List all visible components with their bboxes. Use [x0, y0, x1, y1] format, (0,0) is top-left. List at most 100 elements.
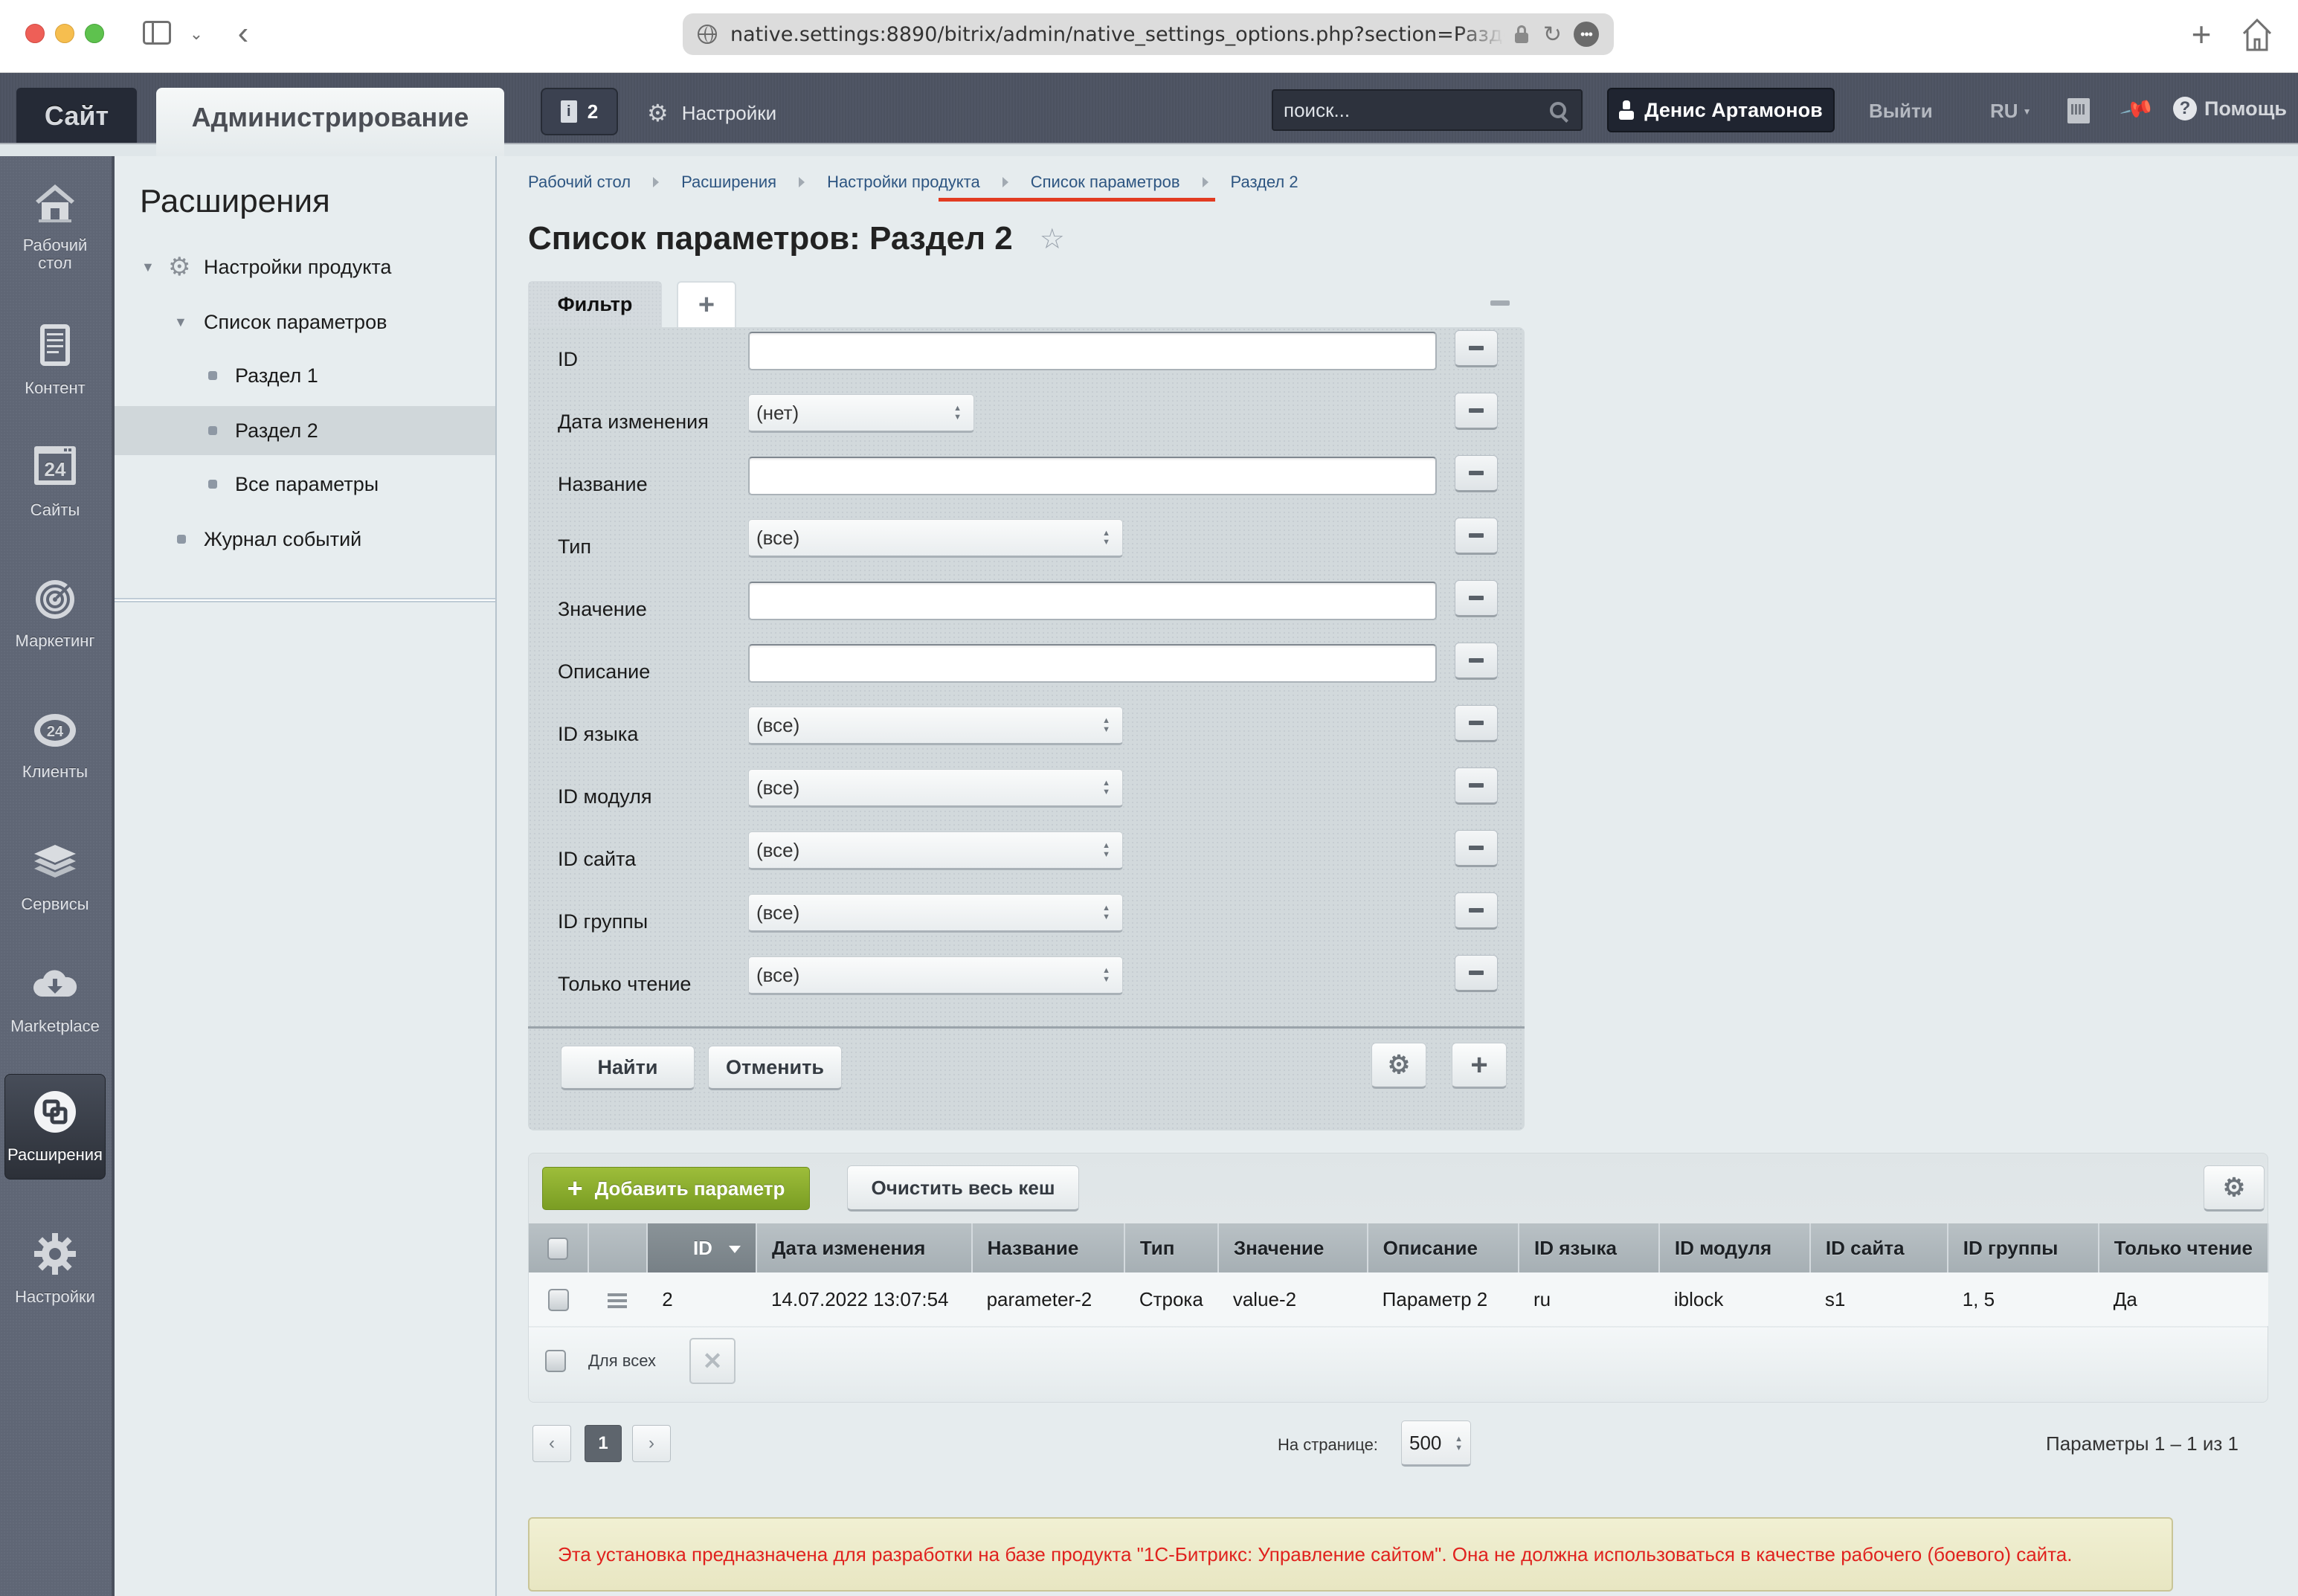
- menu-item-section-1[interactable]: Раздел 1: [115, 351, 495, 400]
- star-icon[interactable]: ☆: [1040, 222, 1065, 256]
- minimize-window-button[interactable]: [55, 24, 74, 43]
- add-parameter-button[interactable]: + Добавить параметр: [542, 1167, 810, 1210]
- tab-administration[interactable]: Администрирование: [156, 88, 504, 156]
- reload-icon[interactable]: ↻: [1543, 22, 1562, 48]
- help-link[interactable]: ? Помощь: [2173, 97, 2287, 120]
- row-checkbox[interactable]: [547, 1289, 569, 1312]
- language-select[interactable]: RU ▼: [1990, 100, 2031, 123]
- remove-filter-button[interactable]: [1455, 768, 1498, 805]
- per-page-select[interactable]: 500 ▲ ▼: [1401, 1420, 1471, 1467]
- filter-group-select[interactable]: (все) ▲ ▼: [748, 894, 1123, 933]
- menu-item-product-settings[interactable]: ▼ ⚙ Настройки продукта: [115, 242, 495, 292]
- remove-filter-button[interactable]: [1455, 955, 1498, 992]
- rail-item-sites[interactable]: 24 Сайты: [4, 443, 106, 519]
- remove-filter-button[interactable]: [1455, 330, 1498, 367]
- filter-id-input[interactable]: [748, 332, 1437, 370]
- filter-name-input[interactable]: [748, 457, 1437, 495]
- remove-filter-button[interactable]: [1455, 830, 1498, 867]
- select-all-checkbox[interactable]: [547, 1238, 569, 1261]
- rail-item-content[interactable]: Контент: [4, 321, 106, 397]
- address-bar[interactable]: native.settings:8890/bitrix/admin/native…: [683, 13, 1614, 55]
- column-header-language-id[interactable]: ID языка: [1518, 1223, 1660, 1272]
- home-button[interactable]: [2239, 15, 2276, 55]
- cancel-button[interactable]: Отменить: [708, 1046, 842, 1090]
- remove-filter-button[interactable]: [1455, 455, 1498, 492]
- menu-item-parameters-list[interactable]: ▼ Список параметров: [115, 297, 495, 347]
- more-options-icon[interactable]: •••: [1574, 22, 1599, 47]
- rail-item-desktop[interactable]: Рабочий стол: [4, 178, 106, 272]
- page-button-current[interactable]: 1: [585, 1425, 622, 1462]
- column-header-id[interactable]: ID: [647, 1223, 757, 1272]
- menu-item-section-2[interactable]: Раздел 2: [115, 406, 495, 455]
- new-tab-button[interactable]: +: [2186, 13, 2216, 55]
- column-header-module-id[interactable]: ID модуля: [1658, 1223, 1811, 1272]
- breadcrumb-item[interactable]: Настройки продукта: [827, 173, 980, 192]
- pin-icon[interactable]: 📌: [2119, 91, 2156, 128]
- filter-language-select[interactable]: (все) ▲ ▼: [748, 707, 1123, 745]
- next-page-button[interactable]: ›: [632, 1425, 671, 1462]
- column-header-group-id[interactable]: ID группы: [1947, 1223, 2099, 1272]
- tab-site[interactable]: Сайт: [16, 88, 137, 144]
- expand-triangle-icon[interactable]: ▼: [174, 315, 187, 330]
- filter-description-input[interactable]: [748, 644, 1437, 683]
- logout-link[interactable]: Выйти: [1869, 100, 1933, 123]
- column-header-readonly[interactable]: Только чтение: [2098, 1223, 2270, 1272]
- table-row[interactable]: 2 14.07.2022 13:07:54 parameter-2 Строка…: [529, 1272, 2268, 1326]
- list-settings-button[interactable]: ⚙: [2204, 1165, 2265, 1212]
- settings-link[interactable]: ⚙ Настройки: [647, 98, 776, 128]
- rail-item-clients[interactable]: 24 Клиенты: [4, 705, 106, 781]
- filter-type-select[interactable]: (все) ▲ ▼: [748, 519, 1123, 558]
- filter-module-select[interactable]: (все) ▲ ▼: [748, 769, 1123, 808]
- filter-readonly-select[interactable]: (все) ▲ ▼: [748, 956, 1123, 995]
- remove-filter-button[interactable]: [1455, 580, 1498, 617]
- tab-filter[interactable]: Фильтр: [528, 281, 662, 327]
- breadcrumb-item[interactable]: Расширения: [681, 173, 776, 192]
- breadcrumb-item[interactable]: Список параметров: [1031, 173, 1180, 192]
- rail-item-marketplace[interactable]: Marketplace: [4, 959, 106, 1035]
- column-header-name[interactable]: Название: [971, 1223, 1125, 1272]
- menu-item-event-log[interactable]: Журнал событий: [115, 515, 495, 564]
- clear-cache-button[interactable]: Очистить весь кеш: [847, 1165, 1079, 1212]
- rail-item-extensions[interactable]: Расширения: [4, 1074, 106, 1180]
- breadcrumb-item[interactable]: Рабочий стол: [528, 173, 631, 192]
- expand-triangle-icon[interactable]: ▼: [141, 260, 155, 275]
- filter-value-input[interactable]: [748, 582, 1437, 620]
- zoom-window-button[interactable]: [85, 24, 104, 43]
- remove-filter-button[interactable]: [1455, 705, 1498, 742]
- close-window-button[interactable]: [25, 24, 45, 43]
- notifications-button[interactable]: i 2: [541, 88, 618, 135]
- filter-date-select[interactable]: (нет) ▲ ▼: [748, 394, 974, 433]
- collapse-filter-icon[interactable]: [1490, 300, 1510, 306]
- column-header-description[interactable]: Описание: [1367, 1223, 1519, 1272]
- breadcrumb-item[interactable]: Раздел 2: [1231, 173, 1298, 192]
- add-filter-field-button[interactable]: +: [1452, 1043, 1507, 1089]
- for-all-checkbox[interactable]: [545, 1350, 566, 1372]
- rail-item-marketing[interactable]: Маркетинг: [4, 574, 106, 650]
- sidebar-toggle-icon[interactable]: [143, 21, 171, 45]
- search-input[interactable]: [1284, 98, 1550, 122]
- back-button[interactable]: ‹: [232, 15, 254, 52]
- keyboard-icon[interactable]: [2067, 98, 2090, 123]
- filter-settings-button[interactable]: ⚙: [1371, 1043, 1426, 1089]
- remove-filter-button[interactable]: [1455, 393, 1498, 430]
- filter-site-select[interactable]: (все) ▲ ▼: [748, 831, 1123, 870]
- previous-page-button[interactable]: ‹: [532, 1425, 571, 1462]
- column-header-site-id[interactable]: ID сайта: [1809, 1223, 1948, 1272]
- url-text[interactable]: native.settings:8890/bitrix/admin/native…: [730, 23, 1504, 46]
- add-filter-tab-button[interactable]: +: [677, 281, 736, 327]
- remove-filter-button[interactable]: [1455, 892, 1498, 930]
- user-button[interactable]: Денис Артамонов: [1607, 88, 1835, 132]
- delete-selected-button[interactable]: ✕: [689, 1338, 736, 1384]
- column-header-type[interactable]: Тип: [1124, 1223, 1219, 1272]
- remove-filter-button[interactable]: [1455, 643, 1498, 680]
- remove-filter-button[interactable]: [1455, 518, 1498, 555]
- rail-item-services[interactable]: Сервисы: [4, 837, 106, 913]
- column-header-value[interactable]: Значение: [1217, 1223, 1368, 1272]
- find-button[interactable]: Найти: [561, 1046, 695, 1090]
- column-header-date[interactable]: Дата изменения: [756, 1223, 973, 1272]
- chevron-down-icon[interactable]: ⌄: [187, 19, 205, 49]
- search-icon[interactable]: [1550, 102, 1566, 118]
- rail-item-settings[interactable]: Настройки: [4, 1230, 106, 1306]
- menu-item-all-parameters[interactable]: Все параметры: [115, 460, 495, 509]
- hamburger-menu-icon[interactable]: [608, 1293, 628, 1308]
